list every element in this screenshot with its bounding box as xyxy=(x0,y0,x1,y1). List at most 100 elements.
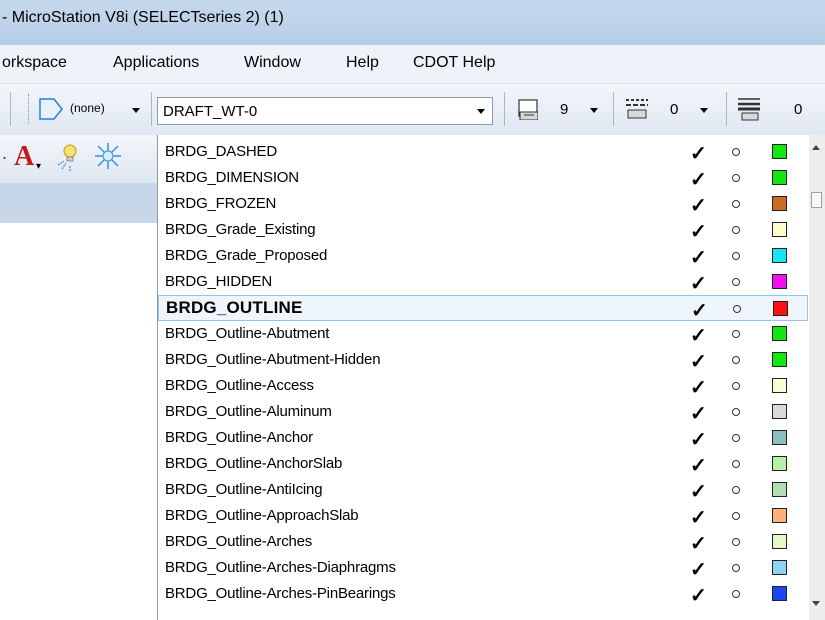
dropdown-scrollbar[interactable] xyxy=(809,135,825,620)
checkmark-icon: ✓ xyxy=(690,585,707,607)
flyout-indicator: ▾ xyxy=(36,161,42,172)
template-label: (none) xyxy=(70,101,105,115)
menu-workspace[interactable]: orkspace xyxy=(0,54,69,72)
level-row[interactable]: BRDG_Outline-Anchor ✓ xyxy=(158,425,808,451)
menu-cdot-help[interactable]: CDOT Help xyxy=(411,54,497,72)
color-swatch xyxy=(773,301,788,316)
level-row[interactable]: BRDG_Outline-Arches-PinBearings ✓ xyxy=(158,581,808,607)
toolbar-separator xyxy=(613,92,614,126)
checkmark-icon: ✓ xyxy=(690,507,707,529)
color-swatch xyxy=(772,482,787,497)
text-tool-button[interactable]: A ▾ xyxy=(14,141,48,175)
color-swatch xyxy=(772,170,787,185)
level-name: BRDG_Outline-Arches-Diaphragms xyxy=(165,559,396,576)
circle-icon xyxy=(732,174,740,182)
active-level-combo[interactable]: DRAFT_WT-0 xyxy=(157,97,493,125)
menu-applications[interactable]: Applications xyxy=(111,54,201,72)
color-value: 9 xyxy=(560,101,569,118)
chevron-down-icon xyxy=(132,108,140,113)
sun-tool-button[interactable] xyxy=(92,141,126,175)
light-bulb-icon xyxy=(57,144,77,171)
level-row[interactable]: BRDG_Outline-Arches ✓ xyxy=(158,529,808,555)
toolbar-grip[interactable]: . xyxy=(2,143,7,164)
circle-icon xyxy=(732,226,740,234)
color-swatch xyxy=(772,378,787,393)
level-row[interactable]: BRDG_Outline-AnchorSlab ✓ xyxy=(158,451,808,477)
view-area xyxy=(0,223,157,620)
color-swatch xyxy=(772,534,787,549)
level-name: BRDG_Grade_Existing xyxy=(165,221,316,238)
active-level-value: DRAFT_WT-0 xyxy=(163,103,258,120)
scroll-down-icon[interactable] xyxy=(812,601,820,606)
level-name: BRDG_DASHED xyxy=(165,143,277,160)
level-row[interactable]: BRDG_Outline-ApproachSlab ✓ xyxy=(158,503,808,529)
circle-icon xyxy=(732,590,740,598)
level-combo-button[interactable] xyxy=(470,98,492,124)
color-swatch xyxy=(772,404,787,419)
checkmark-icon: ✓ xyxy=(690,559,707,581)
checkmark-icon: ✓ xyxy=(690,455,707,477)
circle-icon xyxy=(733,305,741,313)
circle-icon xyxy=(732,512,740,520)
level-row[interactable]: BRDG_DIMENSION ✓ xyxy=(158,165,808,191)
light-tool-button[interactable] xyxy=(54,141,88,175)
chevron-down-icon xyxy=(700,108,708,113)
checkmark-icon: ✓ xyxy=(690,377,707,399)
checkmark-icon: ✓ xyxy=(691,300,708,322)
level-row[interactable]: BRDG_Outline-Aluminum ✓ xyxy=(158,399,808,425)
level-row[interactable]: BRDG_Grade_Proposed ✓ xyxy=(158,243,808,269)
template-icon xyxy=(39,98,63,120)
level-name: BRDG_Outline-Arches-PinBearings xyxy=(165,585,396,602)
color-swatch xyxy=(772,222,787,237)
circle-icon xyxy=(732,382,740,390)
checkmark-icon: ✓ xyxy=(690,273,707,295)
level-row[interactable]: BRDG_Grade_Existing ✓ xyxy=(158,217,808,243)
menu-help[interactable]: Help xyxy=(344,54,381,72)
circle-icon xyxy=(732,434,740,442)
chevron-down-icon xyxy=(477,109,485,114)
level-row-selected[interactable]: BRDG_OUTLINE ✓ xyxy=(158,295,808,322)
scroll-thumb[interactable] xyxy=(811,192,822,208)
circle-icon xyxy=(732,200,740,208)
menu-window[interactable]: Window xyxy=(242,54,303,72)
line-weight-dropdown[interactable]: 0 xyxy=(730,92,825,126)
color-swatch xyxy=(772,430,787,445)
color-swatch xyxy=(772,508,787,523)
level-row[interactable]: BRDG_Outline-AntiIcing ✓ xyxy=(158,477,808,503)
level-row[interactable]: BRDG_HIDDEN ✓ xyxy=(158,269,808,295)
level-name: BRDG_Outline-Access xyxy=(165,377,314,394)
level-row[interactable]: BRDG_Outline-Access ✓ xyxy=(158,373,808,399)
line-style-dropdown[interactable]: 0 xyxy=(618,92,722,126)
color-icon xyxy=(518,99,538,120)
level-name: BRDG_Outline-Aluminum xyxy=(165,403,332,420)
toolbar-grip[interactable] xyxy=(28,94,32,124)
element-template-dropdown[interactable]: (none) xyxy=(36,92,148,126)
level-name: BRDG_Outline-AntiIcing xyxy=(165,481,323,498)
chevron-down-icon xyxy=(590,108,598,113)
scroll-up-icon[interactable] xyxy=(812,145,820,150)
level-row[interactable]: BRDG_Outline-Abutment-Hidden ✓ xyxy=(158,347,808,373)
circle-icon xyxy=(732,356,740,364)
circle-icon xyxy=(732,148,740,156)
level-name: BRDG_DIMENSION xyxy=(165,169,299,186)
level-row[interactable]: BRDG_Outline-Abutment ✓ xyxy=(158,321,808,347)
sun-icon xyxy=(95,143,121,169)
line-weight-icon xyxy=(738,98,760,121)
checkmark-icon: ✓ xyxy=(690,221,707,243)
toolbar-separator xyxy=(151,92,152,126)
checkmark-icon: ✓ xyxy=(690,351,707,373)
level-name: BRDG_Outline-AnchorSlab xyxy=(165,455,343,472)
line-style-icon xyxy=(626,99,648,119)
level-dropdown-list[interactable]: BRDG_DASHED ✓ BRDG_DIMENSION ✓ BRDG_FROZEN ✓ B… xyxy=(157,135,811,620)
toolbar-separator xyxy=(10,92,11,126)
color-dropdown[interactable]: 9 xyxy=(512,92,610,126)
text-toolbar: . A ▾ xyxy=(0,135,160,183)
circle-icon xyxy=(732,252,740,260)
level-row[interactable]: BRDG_Outline-Arches-Diaphragms ✓ xyxy=(158,555,808,581)
level-row[interactable]: BRDG_FROZEN ✓ xyxy=(158,191,808,217)
toolbar-separator xyxy=(726,92,727,126)
level-row[interactable]: BRDG_DASHED ✓ xyxy=(158,139,808,165)
level-name: BRDG_FROZEN xyxy=(165,195,277,212)
menu-bar: orkspace Applications Window Help CDOT H… xyxy=(0,45,825,83)
window-title: - MicroStation V8i (SELECTseries 2) (1) xyxy=(2,9,284,26)
